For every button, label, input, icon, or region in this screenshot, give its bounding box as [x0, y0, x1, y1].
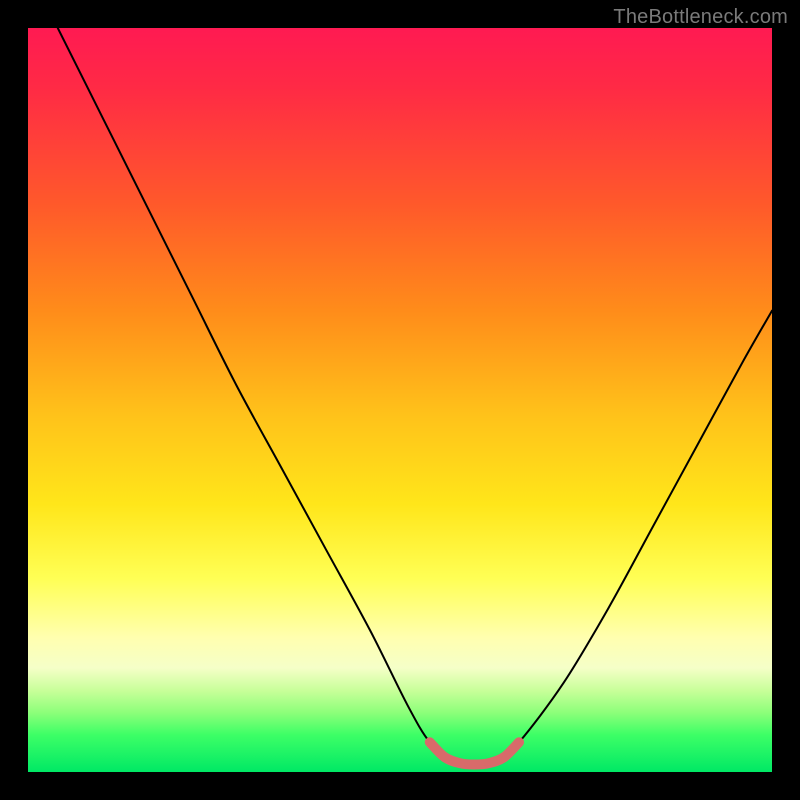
main-curve — [58, 28, 772, 765]
plot-area — [28, 28, 772, 772]
watermark-text: TheBottleneck.com — [613, 6, 788, 29]
minimum-marker — [430, 742, 519, 764]
chart-container: TheBottleneck.com — [0, 0, 800, 800]
curve-layer — [28, 28, 772, 772]
